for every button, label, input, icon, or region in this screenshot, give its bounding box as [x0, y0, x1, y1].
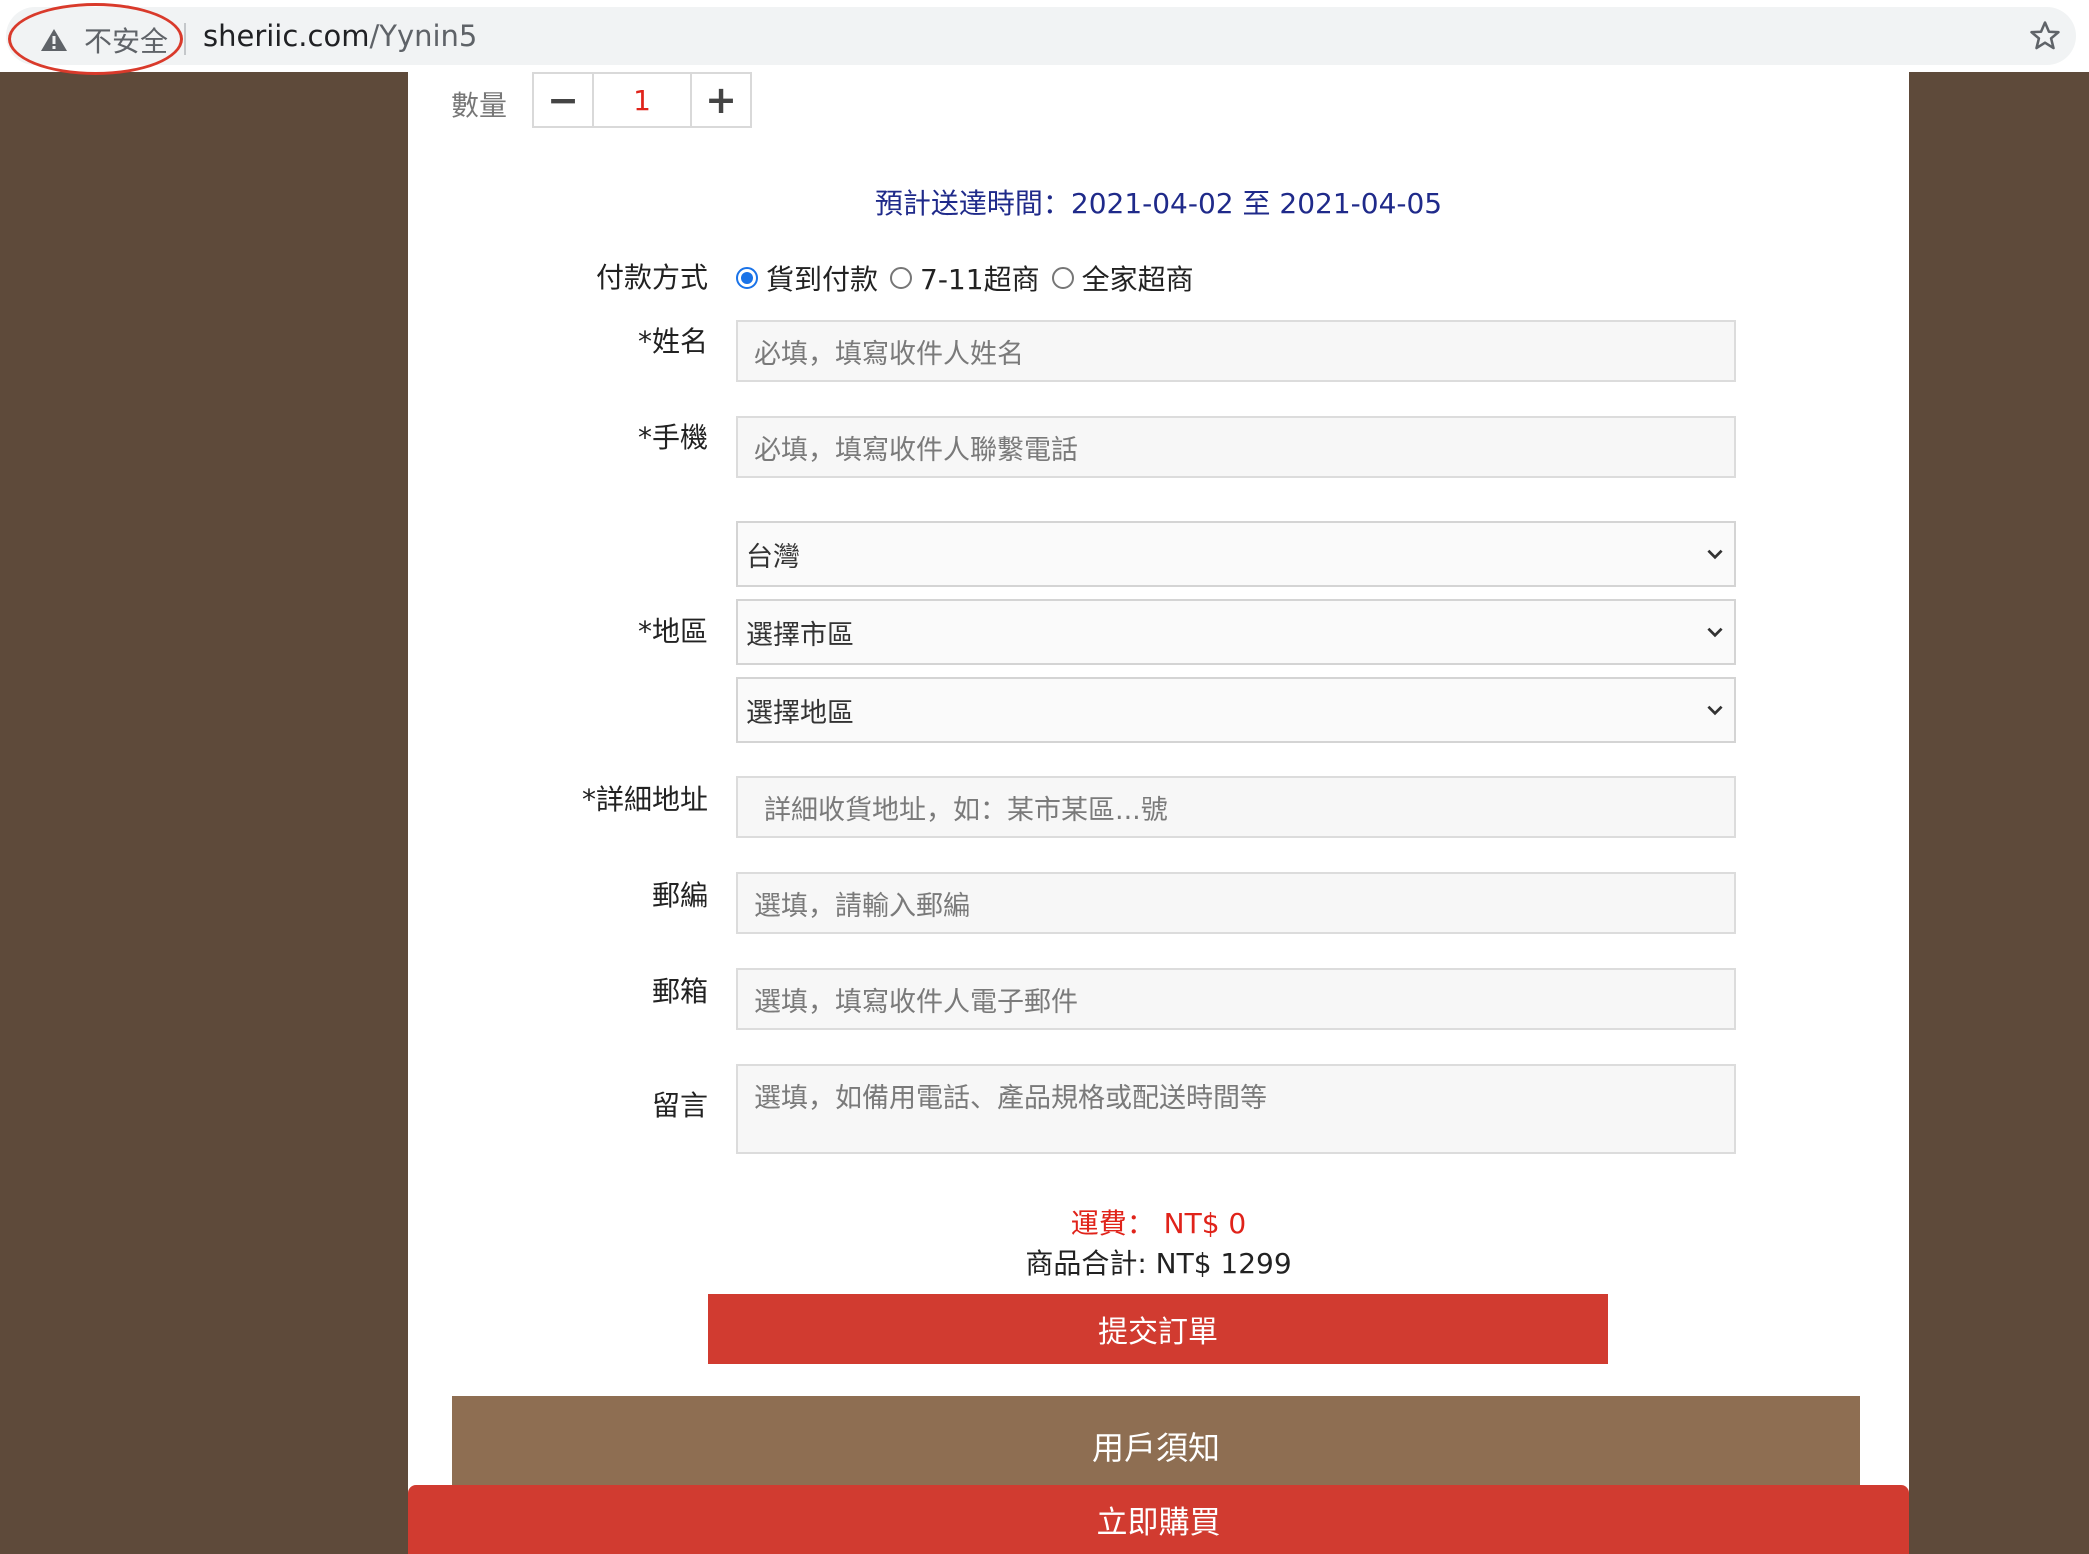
city-select-value: 選擇市區 [746, 619, 854, 651]
message-label: 留言 [651, 1089, 708, 1122]
payment-radio-711[interactable] [890, 267, 913, 289]
country-select[interactable]: 台灣 [736, 521, 1736, 587]
shipping-fee: 運費： NT$ 0 [1070, 1207, 1247, 1240]
region-label: *地區 [637, 615, 708, 648]
name-input[interactable]: 必填，填寫收件人姓名 [736, 320, 1736, 382]
order-form-panel: 數量 − 1 + 預計送達時間：2021-04-02 至 2021-04-05 … [408, 72, 1909, 1554]
url-host: sheriic.com [203, 19, 370, 53]
delivery-estimate: 預計送達時間：2021-04-02 至 2021-04-05 [874, 187, 1443, 220]
bookmark-star-icon[interactable] [2028, 19, 2062, 53]
phone-input[interactable]: 必填，填寫收件人聯繫電話 [736, 416, 1736, 478]
address-label: *詳細地址 [581, 783, 708, 816]
payment-option-label[interactable]: 全家超商 [1082, 258, 1194, 298]
quantity-value[interactable]: 1 [592, 74, 692, 126]
quantity-plus-button[interactable]: + [692, 74, 750, 126]
message-textarea[interactable]: 選填，如備用電話、產品規格或配送時間等 [736, 1064, 1736, 1154]
payment-radio-cod[interactable] [736, 267, 758, 289]
browser-toolbar: 不安全 sheriic.com/Yynin5 [0, 0, 2089, 75]
name-label: *姓名 [637, 325, 708, 358]
payment-options: 貨到付款 7-11超商 全家超商 [736, 258, 1206, 298]
zipcode-label: 郵編 [651, 879, 708, 912]
url-path: /Yynin5 [369, 19, 478, 53]
payment-radio-family[interactable] [1051, 267, 1074, 289]
phone-label: *手機 [637, 421, 708, 454]
chevron-down-icon [1707, 705, 1723, 716]
email-input[interactable]: 選填，填寫收件人電子郵件 [736, 968, 1736, 1030]
order-total: 商品合計: NT$ 1299 [1025, 1247, 1292, 1280]
submit-order-button[interactable]: 提交訂單 [708, 1294, 1608, 1364]
payment-option-label[interactable]: 7-11超商 [920, 258, 1040, 298]
quantity-label: 數量 [451, 89, 508, 122]
address-bar[interactable]: 不安全 sheriic.com/Yynin5 [6, 7, 2076, 65]
payment-option-label[interactable]: 貨到付款 [766, 258, 878, 298]
payment-label: 付款方式 [595, 261, 708, 294]
district-select-value: 選擇地區 [746, 697, 854, 729]
district-select[interactable]: 選擇地區 [736, 677, 1736, 743]
omnibox-divider [184, 23, 186, 55]
buy-now-button[interactable]: 立即購買 [408, 1485, 1909, 1554]
zipcode-input[interactable]: 選填，請輸入郵編 [736, 872, 1736, 934]
country-select-value: 台灣 [746, 541, 800, 573]
user-notice-button[interactable]: 用戶須知 [452, 1396, 1860, 1496]
address-input[interactable]: 詳細收貨地址，如：某市某區...號 [736, 776, 1736, 838]
url-text[interactable]: sheriic.com/Yynin5 [203, 19, 477, 53]
annotation-circle [8, 3, 183, 75]
email-label: 郵箱 [651, 975, 708, 1008]
chevron-down-icon [1707, 549, 1723, 560]
quantity-stepper: − 1 + [532, 72, 752, 128]
quantity-minus-button[interactable]: − [534, 74, 592, 126]
chevron-down-icon [1707, 627, 1723, 638]
city-select[interactable]: 選擇市區 [736, 599, 1736, 665]
